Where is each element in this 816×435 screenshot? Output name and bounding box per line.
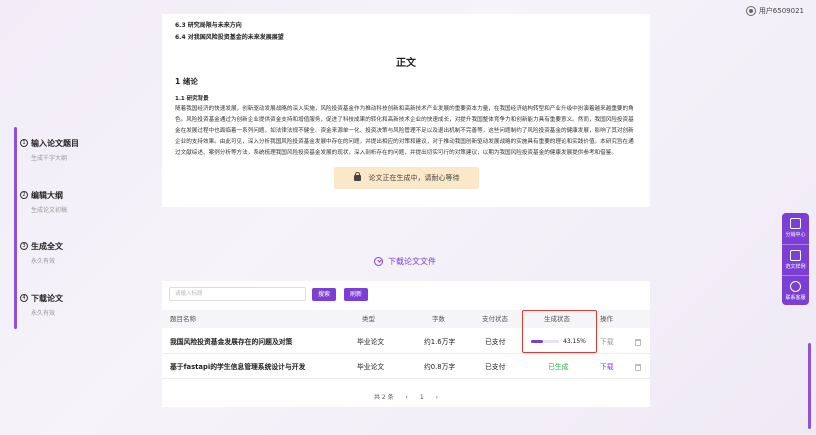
search-button[interactable]: 搜索 xyxy=(312,288,337,301)
pagination: 共 2 条 ‹ 1 › xyxy=(162,392,650,401)
step-subtitle: 生成千字大纲 xyxy=(31,155,68,162)
step-title: 编辑大纲 xyxy=(31,191,63,200)
tool-label: 联系客服 xyxy=(785,295,806,301)
pager-page[interactable]: 1 xyxy=(420,394,424,401)
pager-next-icon[interactable]: › xyxy=(436,394,438,401)
download-icon xyxy=(374,257,383,266)
delete-icon[interactable] xyxy=(635,330,641,354)
status-highlight-box xyxy=(522,310,597,353)
step-title: 生成全文 xyxy=(31,242,63,251)
toc-item: 6.3 研究局限与未来方向 xyxy=(175,22,242,29)
sliders-icon xyxy=(790,218,801,229)
pager-total: 共 2 条 xyxy=(373,394,394,401)
document-body: 随着我国经济的快速发展，创新驱动发展战略的深入实施，风险投资基金作为推动科技创新… xyxy=(175,106,634,156)
download-label: 下载论文文件 xyxy=(388,257,436,266)
step-title: 下载论文 xyxy=(31,294,63,303)
paper-words: 约1.6万字 xyxy=(424,338,456,346)
section-title: 1.1 研究背景 xyxy=(175,96,209,102)
column-header: 字数 xyxy=(432,315,445,323)
headset-icon xyxy=(790,281,801,292)
delete-icon[interactable] xyxy=(635,355,641,379)
generation-status: 已生成 xyxy=(548,363,569,371)
pager-prev-icon[interactable]: ‹ xyxy=(406,394,408,401)
sample-papers-button[interactable]: 范文样例 xyxy=(782,244,809,274)
user-menu[interactable]: 用户6509021 xyxy=(745,6,804,16)
chapter-title: 1 绪论 xyxy=(175,77,198,86)
right-toolbar: 分销中心 范文样例 联系客服 xyxy=(782,213,809,305)
refresh-button[interactable]: 刷新 xyxy=(344,288,369,301)
column-header: 题目名称 xyxy=(170,315,196,323)
download-button[interactable]: 下载 xyxy=(600,355,614,379)
step-sidebar: 1 输入论文题目 生成千字大纲 2 编辑大纲 生成论文初稿 3 生成全文 永久有… xyxy=(14,127,144,329)
column-header: 支付状态 xyxy=(482,315,508,323)
paper-words: 约0.8万字 xyxy=(424,363,456,371)
column-header: 操作 xyxy=(600,315,613,323)
column-header: 类型 xyxy=(362,315,375,323)
pay-status: 已支付 xyxy=(485,363,506,371)
step-number: 3 xyxy=(20,242,28,250)
scrollbar[interactable] xyxy=(808,343,811,429)
step-title: 输入论文题目 xyxy=(31,139,79,148)
step-subtitle: 生成论文初稿 xyxy=(31,207,68,214)
toc-item: 6.4 对我国风险投资基金的未来发展展望 xyxy=(175,34,284,41)
download-file-link[interactable]: 下载论文文件 xyxy=(374,256,436,267)
distribution-center-button[interactable]: 分销中心 xyxy=(782,213,809,243)
document-icon xyxy=(790,250,801,261)
step-number: 4 xyxy=(20,294,28,302)
step-progress-bar xyxy=(14,127,17,329)
step-subtitle: 永久有效 xyxy=(31,258,56,265)
contact-support-button[interactable]: 联系客服 xyxy=(782,275,809,305)
paper-title: 我国风险投资基金发展存在的问题及对策 xyxy=(170,338,293,346)
user-name: 用户6509021 xyxy=(758,7,804,15)
document-heading: 正文 xyxy=(396,58,416,69)
step-subtitle: 永久有效 xyxy=(31,310,56,317)
document-preview: 6.3 研究局限与未来方向 6.4 对我国风险投资基金的未来发展展望 正文 1 … xyxy=(162,14,650,207)
paper-type: 毕业论文 xyxy=(357,338,385,346)
table-row: 基于fastapi的学生信息管理系统设计与开发 毕业论文 约0.8万字 已支付 … xyxy=(162,355,650,379)
tool-label: 分销中心 xyxy=(785,232,806,238)
search-input[interactable]: 请输入标题 xyxy=(169,287,306,301)
generating-notice: 论文正在生成中，请耐心等待 xyxy=(334,167,479,189)
step-number: 2 xyxy=(20,191,28,199)
pay-status: 已支付 xyxy=(485,338,506,346)
download-button-disabled[interactable]: 下载 xyxy=(600,330,614,354)
user-avatar-icon xyxy=(745,6,756,16)
lock-icon xyxy=(353,172,361,181)
generating-text: 论文正在生成中，请耐心等待 xyxy=(368,174,460,182)
paper-type: 毕业论文 xyxy=(357,363,385,371)
step-number: 1 xyxy=(20,139,28,147)
paper-title: 基于fastapi的学生信息管理系统设计与开发 xyxy=(170,363,306,371)
tool-label: 范文样例 xyxy=(785,264,806,270)
paper-table-card: 请输入标题 搜索 刷新 题目名称 类型 字数 支付状态 生成状态 操作 我国风险… xyxy=(162,281,650,407)
